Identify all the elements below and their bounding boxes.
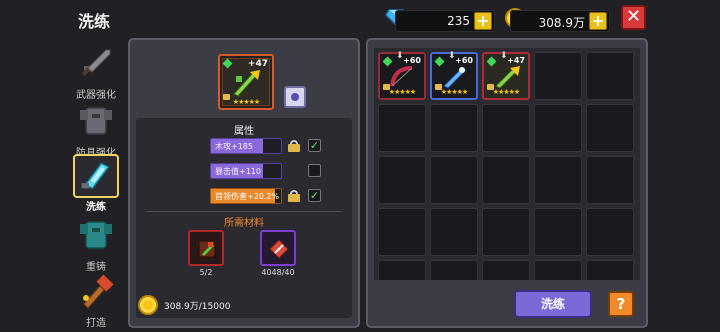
inventory-panel: ⬇ +60 ★★★★★ ⬇ +60 ★★★★★ ⬇ +47 ★★★★★ 洗练 ?	[366, 38, 648, 328]
sidebar-item-label: 打造	[86, 318, 106, 329]
attribute-empty-bar	[263, 164, 281, 178]
empty-slot[interactable]	[586, 104, 634, 152]
empty-slot[interactable]	[378, 104, 426, 152]
empty-slot[interactable]	[534, 156, 582, 204]
empty-slot[interactable]	[482, 104, 530, 152]
forge-hammer-icon	[83, 274, 114, 309]
sidebar-item-label: 重铸	[86, 262, 106, 273]
empty-slot[interactable]	[430, 208, 478, 256]
empty-slot[interactable]	[534, 52, 582, 100]
gold-coin-icon	[138, 295, 158, 315]
material-count: 4048/40	[261, 268, 295, 277]
material-slot[interactable]	[188, 230, 224, 266]
refine-stone-icon	[198, 240, 216, 258]
inventory-item[interactable]: ⬇ +60 ★★★★★	[378, 51, 426, 100]
lock-checkbox[interactable]: ✓	[308, 189, 321, 202]
item-stars: ★★★★★	[492, 88, 520, 96]
attributes-section: 属性 木攻+185 ✓ 暴击值+110 首领伤害+20.2% ✓ 所需材料 5/…	[136, 118, 352, 318]
lock-body	[288, 144, 300, 152]
materials-title: 所需材料	[224, 218, 264, 229]
equipment-level: +47	[247, 59, 268, 69]
sidebar-item-label: 洗练	[86, 202, 106, 213]
refine-button[interactable]: 洗练	[514, 290, 592, 318]
empty-slot[interactable]	[378, 260, 426, 280]
sword-icon	[81, 49, 111, 77]
empty-slot[interactable]	[378, 208, 426, 256]
empty-slot[interactable]	[586, 52, 634, 100]
lock-icon[interactable]	[288, 140, 300, 152]
attribute-text: 木攻+185	[215, 142, 253, 151]
gold-counter: 308.9万 +	[510, 10, 610, 32]
gem-counter: 235 +	[395, 10, 495, 32]
empty-slot[interactable]	[430, 260, 478, 280]
equipment-stars: ★★★★★	[232, 98, 260, 106]
attribute-text: 暴击值+110	[215, 167, 261, 176]
swap-icon	[291, 93, 299, 101]
sidebar-item-armor-upgrade[interactable]: 防具强化	[72, 102, 120, 160]
lock-checkbox[interactable]	[308, 164, 321, 177]
crimson-bow-icon	[390, 66, 413, 87]
attribute-text: 首领伤害+20.2%	[215, 192, 280, 201]
refine-panel: +47 ★★★★★ 属性 木攻+185 ✓ 暴击值+110 首领伤害+20.2%…	[128, 38, 360, 328]
inventory-item[interactable]: ⬇ +47 ★★★★★	[482, 51, 530, 100]
empty-slot[interactable]	[534, 260, 582, 280]
lock-body	[288, 194, 300, 202]
empty-slot[interactable]	[482, 260, 530, 280]
inventory-scroll-area[interactable]: ⬇ +60 ★★★★★ ⬇ +60 ★★★★★ ⬇ +47 ★★★★★	[374, 48, 640, 280]
sidebar-item-forge[interactable]: 打造	[72, 272, 120, 330]
green-staff-icon	[495, 66, 520, 89]
empty-slot[interactable]	[586, 156, 634, 204]
gold-amount: 308.9万	[538, 16, 585, 30]
empty-slot[interactable]	[586, 260, 634, 280]
attributes-title: 属性	[234, 126, 254, 137]
gold-cost: 308.9万/15000	[138, 294, 238, 316]
attribute-row: 暴击值+110	[210, 163, 282, 179]
sidebar-item-weapon-upgrade[interactable]: 武器强化	[72, 44, 120, 102]
selected-equipment-slot[interactable]: +47 ★★★★★	[218, 54, 274, 110]
empty-slot[interactable]	[378, 156, 426, 204]
reforge-armor-icon	[80, 221, 112, 249]
crystal-shard-icon	[269, 239, 289, 259]
ice-sword-icon	[443, 67, 467, 89]
add-gems-button[interactable]: +	[474, 12, 492, 30]
lock-icon[interactable]	[288, 190, 300, 202]
active-highlight	[73, 154, 119, 198]
empty-slot[interactable]	[430, 104, 478, 152]
lock-checkbox[interactable]: ✓	[308, 139, 321, 152]
empty-slot[interactable]	[534, 208, 582, 256]
material-slot[interactable]	[260, 230, 296, 266]
item-stars: ★★★★★	[440, 88, 468, 96]
empty-slot[interactable]	[586, 208, 634, 256]
sidebar-item-label: 武器强化	[76, 90, 116, 101]
material-count: 5/2	[199, 268, 213, 277]
gold-cost-text: 308.9万/15000	[164, 302, 231, 312]
empty-slot[interactable]	[482, 156, 530, 204]
sidebar-item-refine[interactable]: 洗练	[72, 154, 120, 213]
refine-crystal-icon	[81, 162, 110, 190]
inventory-item[interactable]: ⬇ +60 ★★★★★	[430, 51, 478, 100]
help-button[interactable]: ?	[608, 291, 634, 317]
inventory-grid: ⬇ +60 ★★★★★ ⬇ +60 ★★★★★ ⬇ +47 ★★★★★	[378, 51, 634, 280]
green-staff-icon	[233, 70, 260, 97]
swap-equipment-button[interactable]	[284, 86, 306, 108]
empty-slot[interactable]	[534, 104, 582, 152]
attribute-empty-bar	[263, 139, 281, 153]
add-gold-button[interactable]: +	[589, 12, 607, 30]
gem-amount: 235	[447, 14, 470, 28]
empty-slot[interactable]	[430, 156, 478, 204]
attribute-row: 首领伤害+20.2%	[210, 188, 282, 204]
item-stars: ★★★★★	[388, 88, 416, 96]
page-title: 洗练	[78, 12, 111, 31]
attribute-row: 木攻+185	[210, 138, 282, 154]
refine-screen: 洗练 235 + 308.9万 + ✕ 武器强化 防具强化	[0, 0, 720, 332]
section-divider	[146, 211, 342, 212]
sidebar-item-reforge[interactable]: 重铸	[72, 216, 120, 274]
close-button[interactable]: ✕	[621, 5, 646, 30]
empty-slot[interactable]	[482, 208, 530, 256]
armor-icon	[80, 107, 112, 135]
